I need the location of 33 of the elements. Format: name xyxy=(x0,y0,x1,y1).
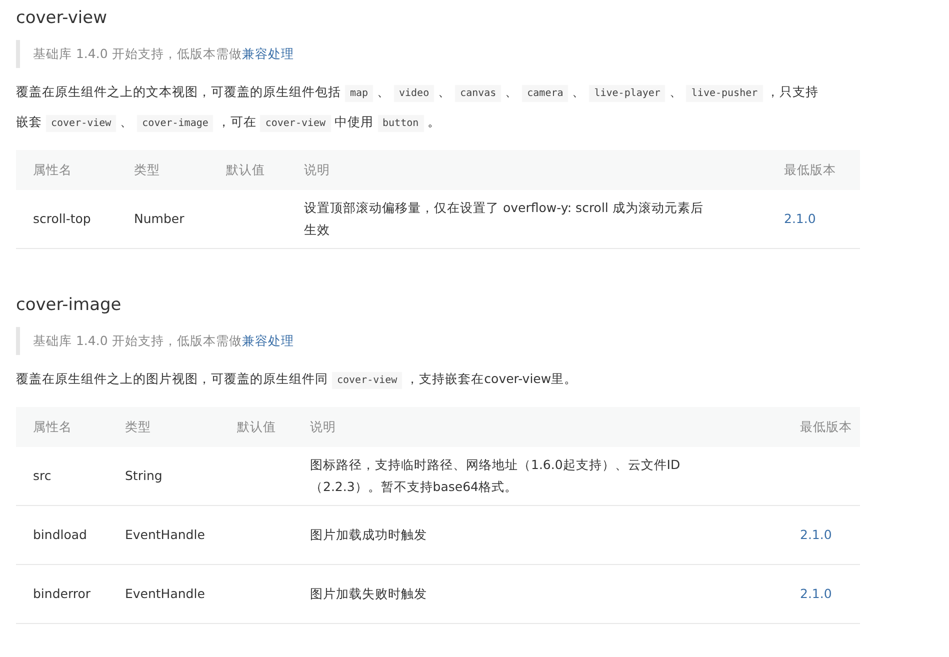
version-link[interactable]: 2.1.0 xyxy=(784,208,816,230)
section-title: cover-image xyxy=(16,294,122,317)
column-header: 最低版本 xyxy=(783,407,860,447)
table-cell: 图标路径，支持临时路径、网络地址（1.6.0起支持）、云文件ID（2.2.3）。暂不支持base64格式。 xyxy=(293,447,783,506)
column-header: 说明 xyxy=(287,150,767,190)
table-cell: EventHandle xyxy=(108,565,220,624)
column-header: 默认值 xyxy=(220,407,293,447)
table-cell: 设置顶部滚动偏移量，仅在设置了 overflow-y: scroll 成为滚动元素后生效 xyxy=(287,190,767,249)
column-header: 默认值 xyxy=(209,150,287,190)
version-link[interactable]: 2.1.0 xyxy=(800,583,832,605)
table-cell: src xyxy=(16,447,108,506)
table-cell: scroll-top xyxy=(16,190,117,249)
table-cell: 图片加载成功时触发 xyxy=(293,506,783,565)
table-cell: 图片加载失败时触发 xyxy=(293,565,783,624)
description-paragraph: 覆盖在原生组件之上的图片视图，可覆盖的原生组件同 cover-view ，支持嵌套在cover-view里。 xyxy=(16,365,826,395)
column-header: 类型 xyxy=(117,150,209,190)
column-header: 属性名 xyxy=(16,150,117,190)
section-title: cover-view xyxy=(16,7,108,30)
version-link[interactable]: 2.1.0 xyxy=(800,524,832,546)
compat-link[interactable]: 兼容处理 xyxy=(242,46,294,61)
compat-link[interactable]: 兼容处理 xyxy=(242,333,294,348)
description-paragraph: 覆盖在原生组件之上的文本视图，可覆盖的原生组件包括 map 、 video 、 canvas 、 camera 、 live-player 、 live-pusher ，只支持嵌套 cover-view 、 cover-image ，可在 cover-view 中使用 button 。 xyxy=(16,78,826,138)
notice-text: 基础库 1.4.0 开始支持，低版本需做 xyxy=(33,333,242,348)
column-header: 类型 xyxy=(108,407,220,447)
column-header: 属性名 xyxy=(16,407,108,447)
table-cell: EventHandle xyxy=(108,506,220,565)
table-cell: Number xyxy=(117,190,209,249)
notice-text: 基础库 1.4.0 开始支持，低版本需做 xyxy=(33,46,242,61)
table-cell: binderror xyxy=(16,565,108,624)
table-cell: String xyxy=(108,447,220,506)
column-header: 说明 xyxy=(293,407,783,447)
table-cell: bindload xyxy=(16,506,108,565)
column-header: 最低版本 xyxy=(767,150,860,190)
